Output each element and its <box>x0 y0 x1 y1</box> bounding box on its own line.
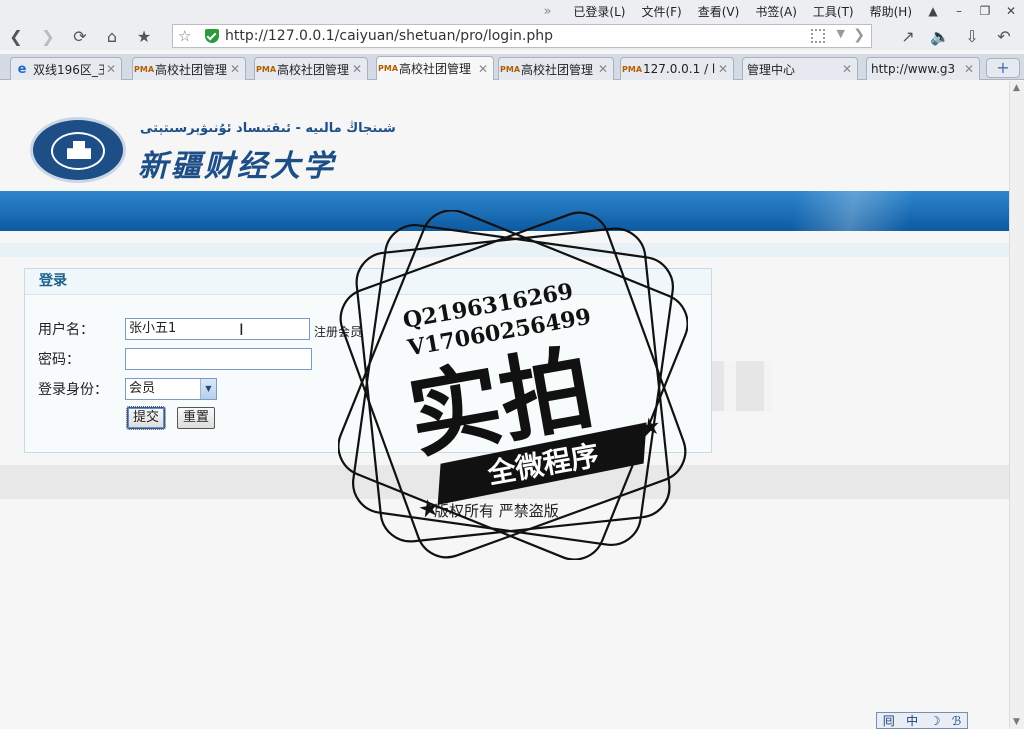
phpmyadmin-icon: PMA <box>378 64 399 73</box>
tab-close-icon[interactable]: ✕ <box>228 62 242 76</box>
bookmark-icon[interactable]: ★ <box>128 23 160 49</box>
ime-moon-icon[interactable]: ☽ <box>930 714 941 728</box>
role-label: 登录身份： <box>38 382 108 398</box>
role-selected-value: 会员 <box>129 381 156 396</box>
skin-icon[interactable]: ▲ <box>920 4 946 18</box>
phpmyadmin-icon: PMA <box>134 64 155 74</box>
vertical-scrollbar[interactable]: ▲ ▼ <box>1009 81 1024 729</box>
menu-item-bookmarks[interactable]: 书签(A) <box>755 3 797 20</box>
reset-button[interactable]: 重置 <box>177 407 216 429</box>
restore-icon[interactable]: ❐ <box>972 4 998 18</box>
toolbar-right: ↗ 🔈 ⇩ ↶ <box>892 22 1020 50</box>
banner-shine <box>749 191 979 231</box>
phpmyadmin-icon: PMA <box>500 64 521 74</box>
tab-8[interactable]: http://www.g3 ✕ <box>866 57 980 80</box>
download-icon[interactable]: ⇩ <box>956 23 988 49</box>
tab-label: 高校社团管理 <box>521 62 594 77</box>
tab-bar: e 双线196区_王 ✕ PMA 高校社团管理 ✕ PMA 高校社团管理 ✕ P… <box>0 54 1024 80</box>
navigation-bar: ❮ ❯ ⟳ ⌂ ★ ☆ http://127.0.0.1/caiyuan/she… <box>0 22 1024 50</box>
scroll-up-icon[interactable]: ▲ <box>1013 83 1020 93</box>
ime-punct-icon[interactable]: ℬ <box>952 714 961 728</box>
phpmyadmin-icon: PMA <box>256 64 277 74</box>
tab-2[interactable]: PMA 高校社团管理 ✕ <box>132 57 246 80</box>
password-label: 密码： <box>38 352 80 368</box>
minimize-icon[interactable]: – <box>946 4 972 18</box>
menu-item-file[interactable]: 文件(F) <box>641 3 681 20</box>
submit-button[interactable]: 提交 <box>125 406 167 430</box>
tab-close-icon[interactable]: ✕ <box>350 62 364 76</box>
tab-label: 管理中心 <box>747 62 796 77</box>
chevron-down-icon[interactable]: ▼ <box>837 27 845 40</box>
phpmyadmin-icon: PMA <box>622 64 643 74</box>
menu-item-help[interactable]: 帮助(H) <box>870 3 912 20</box>
menu-item-login[interactable]: 已登录(L) <box>573 3 625 20</box>
close-icon[interactable]: ✕ <box>998 4 1024 18</box>
menu-bar: » 已登录(L) 文件(F) 查看(V) 书签(A) 工具(T) 帮助(H) ▲… <box>0 0 1024 22</box>
menu-overflow-icon[interactable]: » <box>543 4 551 19</box>
logo-uyghur-text: شىنجاڭ مالىيە - ئىقتىساد ئۇنىۋېرسىتېتى <box>140 121 396 136</box>
role-select[interactable]: 会员 ▼ <box>125 378 217 400</box>
tab-close-icon[interactable]: ✕ <box>716 62 730 76</box>
tab-close-icon[interactable]: ✕ <box>840 62 854 76</box>
share-icon[interactable]: ↗ <box>892 23 924 49</box>
star-icon: ★ <box>637 411 663 442</box>
tab-6[interactable]: PMA 127.0.0.1 / loca ✕ <box>620 57 734 80</box>
menu-item-view[interactable]: 查看(V) <box>698 3 740 20</box>
tab-label: 双线196区_王 <box>33 62 104 77</box>
logo-chinese-text: 新疆财经大学 <box>138 149 336 184</box>
tab-3[interactable]: PMA 高校社团管理 ✕ <box>254 57 368 80</box>
tab-close-icon[interactable]: ✕ <box>596 62 610 76</box>
reload-icon[interactable]: ⟳ <box>64 23 96 49</box>
star-icon: ★ <box>416 493 442 524</box>
undo-icon[interactable]: ↶ <box>988 23 1020 49</box>
scroll-down-icon[interactable]: ▼ <box>1013 717 1020 727</box>
go-forward-icon[interactable]: ❯ <box>853 27 865 43</box>
tab-7[interactable]: 管理中心 ✕ <box>742 57 858 80</box>
tab-4-active[interactable]: PMA 高校社团管理 ✕ <box>376 56 494 80</box>
url-text[interactable]: http://127.0.0.1/caiyuan/shetuan/pro/log… <box>225 28 553 44</box>
tab-5[interactable]: PMA 高校社团管理 ✕ <box>498 57 614 80</box>
qr-code-icon[interactable] <box>811 29 825 43</box>
university-emblem-icon <box>30 117 126 183</box>
back-icon[interactable]: ❮ <box>0 23 32 49</box>
tab-label: http://www.g3 <box>871 62 956 76</box>
username-input[interactable]: 张小五1 <box>125 318 310 340</box>
ime-chinese-icon[interactable]: 中 <box>906 712 918 729</box>
forward-icon[interactable]: ❯ <box>32 23 64 49</box>
username-label: 用户名： <box>38 322 94 338</box>
ime-mode-icon[interactable]: 囘 <box>883 712 895 729</box>
tab-close-icon[interactable]: ✕ <box>962 62 976 76</box>
new-tab-button[interactable]: + <box>986 58 1020 78</box>
ime-toolbar[interactable]: 囘 中 ☽ ℬ <box>876 712 968 729</box>
menu-item-tools[interactable]: 工具(T) <box>813 3 854 20</box>
chevron-down-icon[interactable]: ▼ <box>200 379 216 399</box>
tab-close-icon[interactable]: ✕ <box>476 62 490 76</box>
tab-label: 高校社团管理 <box>155 62 228 77</box>
password-input[interactable] <box>125 348 312 370</box>
tab-close-icon[interactable]: ✕ <box>104 62 118 76</box>
tab-label: 高校社团管理 <box>277 62 350 77</box>
watermark-stamp: Q2196316269 V17060256499 实拍 全微程序 ★ ★ <box>338 210 688 560</box>
tab-1[interactable]: e 双线196区_王 ✕ <box>10 57 122 80</box>
tab-label: 127.0.0.1 / loca <box>643 62 716 76</box>
address-bar[interactable]: ☆ http://127.0.0.1/caiyuan/shetuan/pro/l… <box>172 24 872 48</box>
security-shield-icon <box>205 29 219 43</box>
favorite-star-icon[interactable]: ☆ <box>178 27 191 45</box>
home-icon[interactable]: ⌂ <box>96 23 128 49</box>
volume-icon[interactable]: 🔈 <box>924 23 956 49</box>
ie-icon: e <box>17 61 27 77</box>
text-cursor-icon: I <box>239 320 244 339</box>
tab-label: 高校社团管理 <box>399 62 472 76</box>
